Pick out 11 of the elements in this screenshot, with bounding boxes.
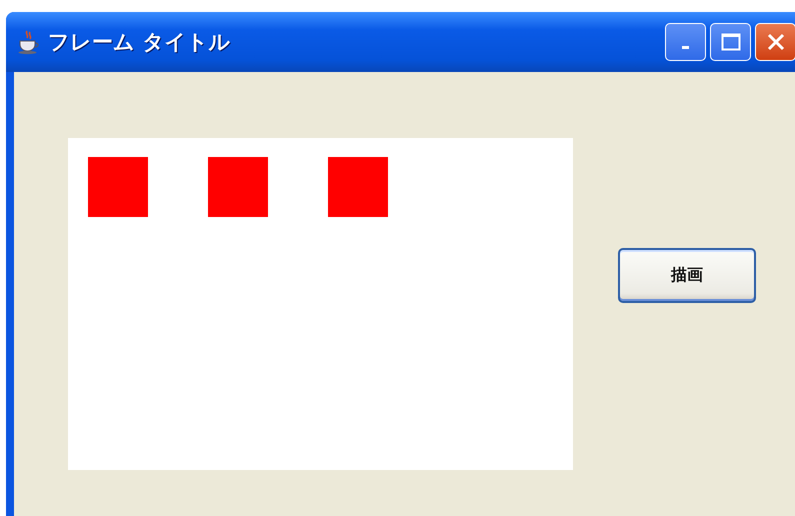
maximize-icon	[720, 32, 742, 52]
square-shape	[328, 157, 388, 217]
square-shape	[88, 157, 148, 217]
draw-button[interactable]: 描画	[618, 248, 756, 303]
maximize-button[interactable]	[710, 23, 751, 61]
window-title: フレーム タイトル	[48, 29, 230, 56]
minimize-button[interactable]	[665, 23, 706, 61]
close-icon	[766, 32, 786, 52]
square-shape	[208, 157, 268, 217]
close-button[interactable]	[755, 23, 795, 61]
minimize-icon	[682, 46, 689, 48]
